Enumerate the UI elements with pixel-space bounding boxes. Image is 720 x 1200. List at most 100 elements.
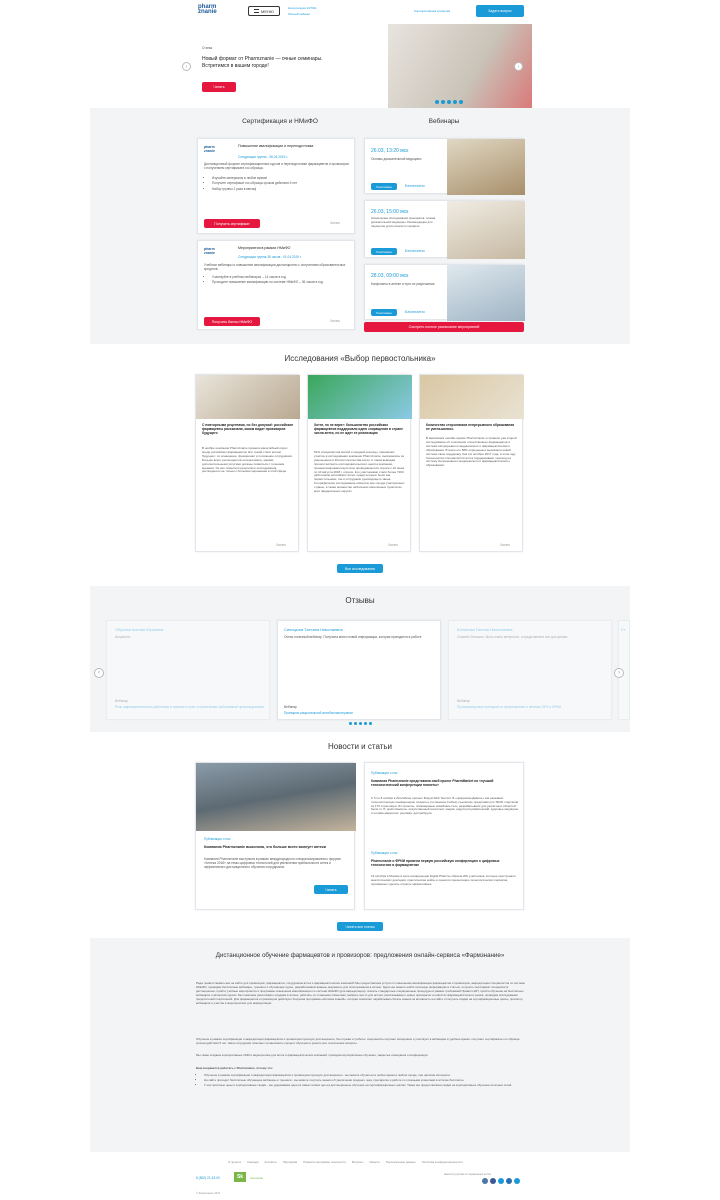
cert-card-name: Повышение квалификации и переподготовка — [238, 144, 314, 148]
get-certificate-button[interactable]: Получить сертификат — [204, 219, 260, 228]
research-body: В ноябре компания Pharmznanie провела ма… — [202, 446, 293, 474]
hero-dots[interactable] — [434, 100, 464, 105]
hero-photo — [388, 24, 532, 108]
list-item: Получите сертификат гос.образца сроком д… — [212, 181, 350, 185]
webinars-title: Вебинары — [428, 118, 460, 125]
nmifo-card-next: Следующая группа 36 часов - 01.04.2019 г… — [238, 255, 302, 259]
all-research-button[interactable]: Все исследования — [337, 564, 383, 573]
review-text: Спасибо большое, было очень интересно, и… — [457, 635, 568, 639]
social-icons — [482, 1178, 520, 1184]
seo-paragraph: Обучение в рамках сертификации и аккреди… — [196, 1037, 520, 1045]
cert-card-next: Следующая группа - 08.04.2019 г. — [238, 155, 288, 159]
news-tag: Публикация о нас — [371, 771, 398, 775]
research-head: Хотят, но не верят: большинство российск… — [314, 423, 403, 436]
ask-question-button[interactable]: Задать вопрос — [476, 5, 524, 17]
news-title: Новости и статьи — [327, 742, 393, 751]
webinar-card-1: 26.03, 13:20 мск Основы доказательной ме… — [364, 138, 525, 195]
nmifo-card-name: Мероприятия в рамках НМиФО — [238, 246, 291, 250]
cabinet-link[interactable]: Личный кабинет — [288, 12, 311, 16]
footer-link[interactable]: Правила программы лояльности — [303, 1160, 346, 1164]
cert-card-list: Изучайте материалы в любое время! Получи… — [204, 176, 350, 192]
research-read-link[interactable]: Читать — [276, 543, 286, 547]
news-body: 19 октября в Москве в зале конференции D… — [371, 874, 516, 886]
footer-link[interactable]: Персональные данные — [386, 1160, 416, 1164]
footer-link[interactable]: Контакты — [265, 1160, 277, 1164]
get-nmifo-points-button[interactable]: Получить баллы НМиФО — [204, 317, 260, 326]
footer-link[interactable]: О проекте — [228, 1160, 241, 1164]
news-head: Компания Pharmznanie представила свой пр… — [371, 779, 494, 788]
ok-icon[interactable] — [498, 1178, 504, 1184]
hamburger-icon — [254, 9, 260, 13]
research-card: С повторными рецептами, но без допуска!:… — [195, 374, 300, 552]
footer-link[interactable]: Команда — [247, 1160, 258, 1164]
review-text: Очень полезный вебинар. Получила много н… — [284, 635, 422, 639]
review-webinar-link[interactable]: Противовирусные препараты в профилактике… — [457, 705, 607, 709]
instagram-icon[interactable] — [506, 1178, 512, 1184]
participate-button[interactable]: Участвовать — [371, 183, 397, 190]
research-photo — [308, 375, 412, 419]
corp-link[interactable]: Корпоративным клиентам — [414, 9, 450, 13]
facebook-icon[interactable] — [490, 1178, 496, 1184]
research-read-link[interactable]: Читать — [388, 543, 398, 547]
review-text: Актуально — [115, 635, 131, 639]
hero-title: Новый формат от Pharmznanie — очные семи… — [202, 56, 323, 69]
webinar-date: 26.03, 15:00 мск — [371, 209, 409, 215]
cert-read-link[interactable]: Читать — [330, 221, 340, 225]
news-side-card: Публикация о нас Компания Pharmznanie пр… — [364, 762, 524, 910]
webinar-photo — [447, 265, 525, 321]
free-label: Бесплатно — [405, 309, 425, 314]
nmifo-logo: pharm znanie — [204, 247, 215, 255]
nmifo-read-link[interactable]: Читать — [330, 319, 340, 323]
news-main-card: Публикация о нас Компания Pharmznanie вы… — [195, 762, 356, 910]
participate-button[interactable]: Участвовать — [371, 248, 397, 255]
news-tag: Публикация о нас — [204, 837, 231, 841]
reviews-dots[interactable] — [348, 721, 373, 726]
youtube-icon[interactable] — [514, 1178, 520, 1184]
vk-icon[interactable] — [482, 1178, 488, 1184]
hero-banner: ‹ Статья Новый формат от Pharmznanie — о… — [172, 24, 532, 108]
all-articles-button[interactable]: Читать все статьи — [337, 922, 383, 931]
review-name: Обухова Ксения Юрьевна — [115, 627, 164, 632]
research-body: 52% специалистов малой и средней розницы… — [314, 450, 405, 494]
review-card: Кононова Галина Николаевна Спасибо больш… — [448, 620, 612, 720]
menu-button[interactable]: МЕНЮ — [248, 6, 280, 16]
webinar-photo — [447, 201, 525, 259]
reviews-title: Отзывы — [345, 596, 375, 605]
footer-copyright: © Фармзнание 2019 — [196, 1192, 221, 1195]
list-item: У нас приятные цены и корпоративные скид… — [204, 1083, 526, 1088]
news-photo — [196, 763, 356, 831]
footer-phone[interactable]: 8 (800) 21-43-00 — [196, 1176, 220, 1180]
footer-link[interactable]: Политика конфиденциальности — [422, 1160, 463, 1164]
reviews-next-arrow[interactable]: › — [614, 668, 624, 678]
seo-why: Вам понравится работать с Pharmznanie, п… — [196, 1066, 274, 1070]
region-link[interactable]: Консультация 24/7021 — [288, 6, 317, 10]
full-schedule-button[interactable]: Смотреть полное расписание мероприятий — [364, 322, 524, 332]
logo[interactable]: pharm znanie — [198, 4, 236, 17]
cert-card-qualification: pharm znanie Повышение квалификации и пе… — [197, 138, 355, 234]
news-tag: Публикация о нас — [371, 851, 398, 855]
nmifo-card-desc: Учебные вебинары и повышение квалификаци… — [204, 263, 346, 272]
hero-prev-arrow[interactable]: ‹ — [182, 62, 191, 71]
hero-read-button[interactable]: Читать — [202, 82, 236, 92]
webinar-card-2: 26.03, 15:00 мск Клинические исследовани… — [364, 200, 525, 259]
webinar-card-3: 28.03, 09:00 мск Конфликты в аптеке и пу… — [364, 264, 525, 321]
news-head: Pharmznanie и ФРИИ провели первую россий… — [371, 859, 500, 868]
webinar-date: 26.03, 13:20 мск — [371, 148, 409, 154]
footer-link[interactable]: Вопросы — [352, 1160, 363, 1164]
research-read-link[interactable]: Читать — [500, 543, 510, 547]
review-webinar-link[interactable]: Принципы рациональной антибиотикотерапии — [284, 711, 434, 715]
webinar-photo — [447, 139, 525, 195]
footer: О проекте Команда Контакты Партнёрам Пра… — [192, 1156, 528, 1200]
review-name: Кононова Галина Николаевна — [457, 627, 513, 632]
review-type: Вебинар — [115, 699, 128, 703]
research-body: В массивном онлайн-сервис Pharmznanie.ru… — [426, 436, 517, 468]
news-read-button[interactable]: Читать — [314, 885, 348, 894]
participate-button[interactable]: Участвовать — [371, 309, 397, 316]
footer-link[interactable]: Оферта — [369, 1160, 379, 1164]
footer-link[interactable]: Партнёрам — [283, 1160, 297, 1164]
hero-next-arrow[interactable]: › — [514, 62, 523, 71]
review-card-active: Синицына Татьяна Николаевна Очень полезн… — [277, 620, 441, 720]
reviews-prev-arrow[interactable]: ‹ — [94, 668, 104, 678]
review-webinar-link[interactable]: Роль фармацевтического работника в терап… — [115, 705, 265, 709]
header: pharm znanie МЕНЮ Консультация 24/7021 Л… — [192, 0, 528, 22]
